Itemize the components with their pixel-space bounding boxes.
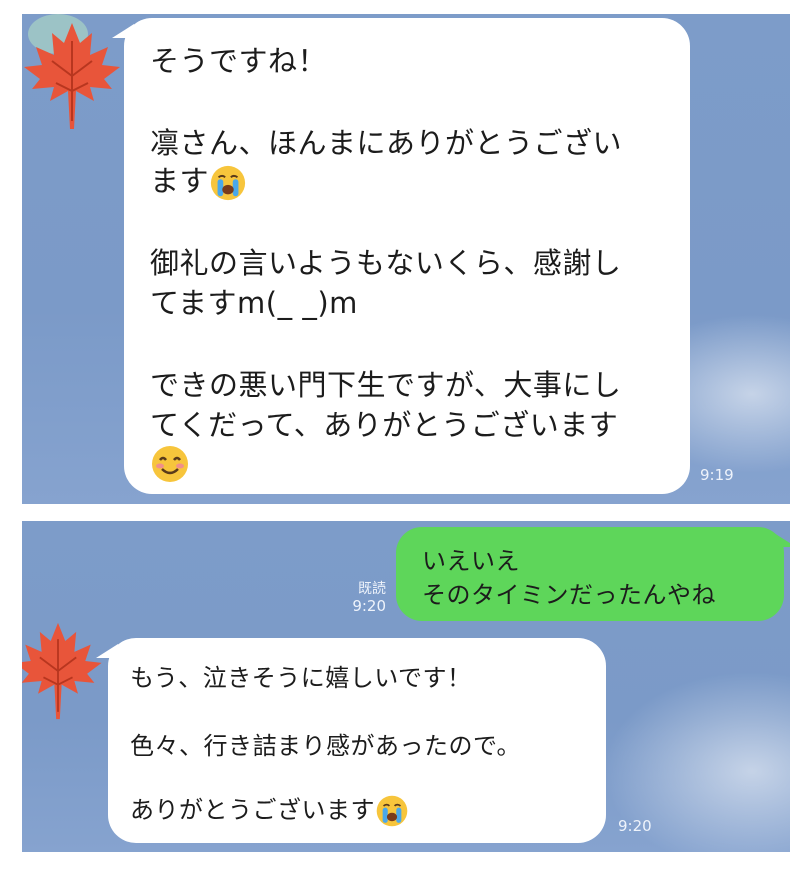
message-line: そのタイミンだったんやね bbox=[422, 581, 716, 609]
message-line: そうですね！ bbox=[150, 44, 328, 78]
received-message-bubble[interactable]: そうですね！ 凛さん、ほんまにありがとうござい ます 御礼の言いようもないくら、… bbox=[112, 18, 690, 494]
message-line: ありがとうございます bbox=[130, 790, 409, 828]
message-timestamp: 9:20 bbox=[618, 817, 652, 835]
maple-leaf-avatar-icon[interactable] bbox=[22, 14, 126, 132]
message-timestamp: 9:19 bbox=[700, 466, 734, 484]
message-timestamp: 9:20 bbox=[352, 597, 386, 615]
read-receipt-label: 既読 bbox=[358, 581, 386, 597]
message-line: 凛さん、ほんまにありがとうござい bbox=[150, 126, 623, 160]
message-line: ます bbox=[150, 158, 247, 202]
message-line: てますm(_ _)m bbox=[150, 286, 358, 320]
sent-message-bubble[interactable]: いえいえ そのタイミンだったんやね bbox=[396, 527, 790, 621]
message-line: できの悪い門下生ですが、大事にし bbox=[150, 368, 622, 402]
message-line: 御礼の言いようもないくら、感謝し bbox=[150, 246, 622, 280]
chat-screenshot-top: そうですね！ 凛さん、ほんまにありがとうござい ます 御礼の言いようもないくら、… bbox=[22, 14, 790, 504]
message-line: いえいえ bbox=[422, 547, 520, 575]
received-message-bubble[interactable]: もう、泣きそうに嬉しいです！ 色々、行き詰まり感があったので。 ありがとうござい… bbox=[96, 638, 606, 843]
smiling-face-emoji-icon bbox=[150, 444, 190, 484]
chat-screenshot-bottom: いえいえ そのタイミンだったんやね 既読 9:20 もう、泣きそうに嬉しいです！… bbox=[22, 521, 790, 852]
crying-face-emoji-icon bbox=[375, 794, 409, 828]
maple-leaf-avatar-icon[interactable] bbox=[22, 621, 108, 721]
message-line: てくだって、ありがとうございます bbox=[150, 408, 619, 442]
crying-face-emoji-icon bbox=[209, 164, 247, 202]
message-line: 色々、行き詰まり感があったので。 bbox=[130, 732, 522, 760]
message-line: もう、泣きそうに嬉しいです！ bbox=[130, 664, 472, 692]
